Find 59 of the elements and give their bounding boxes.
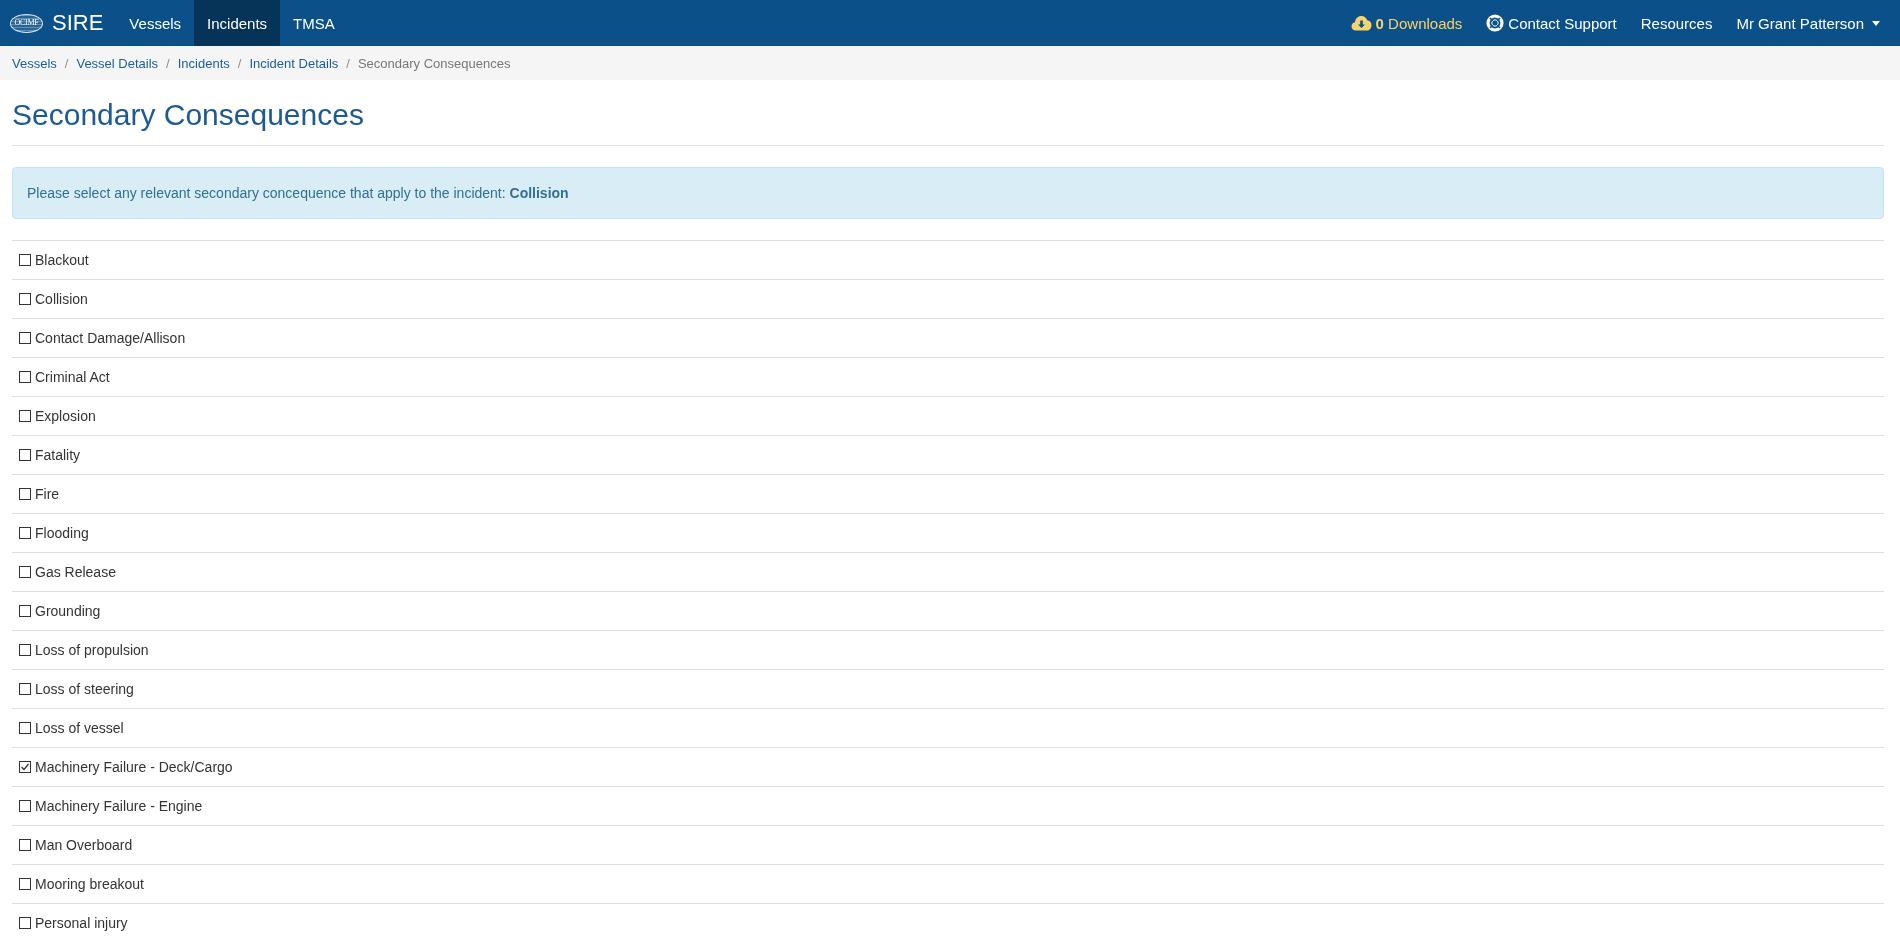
brand-logo[interactable]: OCIMF [10,13,43,33]
breadcrumb-separator: / [165,55,171,71]
checkbox[interactable] [19,800,31,812]
nav-tab[interactable]: TMSA [280,0,348,46]
info-alert: Please select any relevant secondary concequence that apply to the incident: Collision [12,167,1884,219]
life-ring-icon [1486,14,1505,32]
brand-title[interactable]: SIRE [52,0,104,46]
option-label: Fatality [35,447,81,463]
option-label: Machinery Failure - Deck/Cargo [35,759,233,775]
page-title: Secondary Consequences [12,98,365,131]
option-label: Personal injury [35,915,128,931]
caret-icon [1872,20,1880,26]
checkbox[interactable] [19,293,31,305]
breadcrumb-separator: / [236,55,243,71]
current-page-label: Secondary Consequences [357,55,511,71]
checkbox[interactable] [19,683,31,695]
checkbox[interactable] [19,605,31,617]
checkbox[interactable] [19,917,31,929]
option-label: Loss of propulsion [35,642,149,658]
option-label: Criminal Act [35,369,110,385]
option-label: Explosion [35,408,96,424]
option-label: Grounding [35,603,101,619]
checkbox[interactable] [19,644,31,656]
checkbox[interactable] [19,254,31,266]
resources-link[interactable]: Resources [1628,0,1725,46]
option-label: Fire [35,486,60,502]
option-label: Loss of steering [35,681,134,697]
checkbox[interactable] [19,878,31,890]
option-label: Contact Damage/Allison [35,330,186,346]
option-label: Mooring breakout [35,876,144,892]
checkbox[interactable] [19,488,31,500]
breadcrumb-link[interactable]: Vessel Details [76,55,159,71]
option-label: Man Overboard [35,837,133,853]
option-label: Blackout [35,252,89,268]
nav-tab[interactable]: Incidents [194,0,281,46]
checkbox[interactable] [19,761,31,773]
checkbox[interactable] [19,332,31,344]
checkbox[interactable] [19,410,31,422]
cloud-download-icon [1350,15,1372,31]
option-label: Gas Release [35,564,116,580]
breadcrumb-separator: / [63,55,70,71]
nav-tab[interactable]: Vessels [116,0,195,46]
checkbox[interactable] [19,722,31,734]
downloads-link[interactable]: 0 Downloads [1338,0,1475,46]
breadcrumb-separator: / [345,55,351,71]
checkbox[interactable] [19,371,31,383]
checkbox[interactable] [19,566,31,578]
option-label: Loss of vessel [35,720,124,736]
breadcrumb-link[interactable]: Incident Details [249,55,339,71]
user-menu[interactable]: Mr Grant Patterson [1724,0,1892,46]
checkbox[interactable] [19,839,31,851]
option-label: Collision [35,291,88,307]
breadcrumb-link[interactable]: Vessels [12,55,57,71]
option-label: Flooding [35,525,89,541]
contact-support-link[interactable]: Contact Support [1474,0,1629,46]
checkbox[interactable] [19,449,31,461]
option-label: Machinery Failure - Engine [35,798,203,814]
checkbox[interactable] [19,527,31,539]
breadcrumb-link[interactable]: Incidents [177,55,230,71]
